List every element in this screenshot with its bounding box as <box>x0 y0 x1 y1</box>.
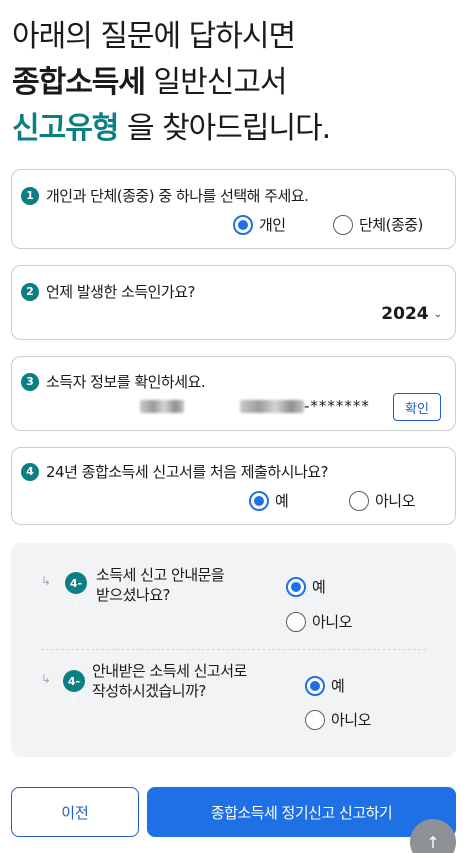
sub-question-badge: 4- <box>63 670 85 692</box>
question-1-text: 개인과 단체(종중) 중 하나를 선택해 주세요. <box>46 187 309 205</box>
question-4-row: 4 24년 종합소득세 신고서를 처음 제출하시나요? <box>21 461 329 482</box>
heading-report-type: 신고유형 <box>12 111 119 146</box>
sub-question-1-line-1: 소득세 신고 안내문을 <box>96 566 225 584</box>
question-number-badge: 4 <box>21 462 39 481</box>
radio-unchecked-icon[interactable] <box>286 611 306 632</box>
radio-checked-icon[interactable] <box>305 675 325 696</box>
question-number-badge: 3 <box>21 372 39 391</box>
radio-option-group[interactable]: 단체(종중) <box>333 214 423 235</box>
radio-label: 단체(종중) <box>359 216 423 234</box>
radio-unchecked-icon[interactable] <box>349 490 369 511</box>
sub-question-1-text: 소득세 신고 안내문을 받으셨나요? <box>96 565 225 605</box>
radio-option-yes[interactable]: 예 <box>305 675 345 696</box>
submit-report-button[interactable]: 종합소득세 정기신고 신고하기 <box>147 787 456 837</box>
radio-option-no[interactable]: 아니오 <box>305 709 371 730</box>
confirm-button[interactable]: 확인 <box>393 393 441 421</box>
sub-arrow-icon: ↳ <box>41 672 52 686</box>
question-card-2 <box>11 265 456 340</box>
year-value: 2024 <box>381 304 429 324</box>
radio-checked-icon[interactable] <box>249 490 269 511</box>
question-number-badge: 2 <box>21 282 39 301</box>
heading-line-2-rest: 일반신고서 <box>145 65 288 100</box>
radio-option-no[interactable]: 아니오 <box>349 490 415 511</box>
sub-question-badge: 4- <box>65 572 87 594</box>
question-card-1 <box>11 169 456 249</box>
blurred-name <box>140 400 184 413</box>
radio-label: 아니오 <box>375 492 415 510</box>
blurred-id-prefix <box>240 400 304 413</box>
radio-option-yes[interactable]: 예 <box>249 490 289 511</box>
arrow-up-icon: ↑ <box>426 832 440 852</box>
radio-label: 예 <box>331 677 345 695</box>
sub-question-2-line-1: 안내받은 소득세 신고서로 <box>92 662 247 680</box>
radio-unchecked-icon[interactable] <box>333 214 353 235</box>
sub-question-divider <box>41 649 426 650</box>
question-2-row: 2 언제 발생한 소득인가요? <box>21 281 196 302</box>
radio-unchecked-icon[interactable] <box>305 709 325 730</box>
heading-tax-type: 종합소득세 <box>12 65 146 100</box>
heading-line-1: 아래의 질문에 답하시면 <box>12 19 296 54</box>
sub-question-2-line-2: 작성하시겠습니까? <box>92 682 206 700</box>
sub-arrow-icon: ↳ <box>41 574 52 588</box>
sub-question-2-text: 안내받은 소득세 신고서로 작성하시겠습니까? <box>92 661 247 701</box>
chevron-down-icon: ⌄ <box>433 308 442 320</box>
masked-id-suffix: -******* <box>304 397 370 415</box>
question-3-row: 3 소득자 정보를 확인하세요. <box>21 371 206 392</box>
radio-label: 아니오 <box>331 711 371 729</box>
radio-label: 개인 <box>259 216 286 234</box>
question-number-badge: 1 <box>21 186 39 205</box>
question-2-text: 언제 발생한 소득인가요? <box>46 283 196 301</box>
heading-line-3-rest: 을 찾아드립니다. <box>118 111 331 146</box>
previous-button[interactable]: 이전 <box>11 787 139 837</box>
year-select[interactable]: 2024 ⌄ <box>381 304 442 324</box>
question-4-text: 24년 종합소득세 신고서를 처음 제출하시나요? <box>46 463 329 481</box>
sub-question-badge-number: 2 <box>70 696 77 707</box>
sub-question-badge-number: 1 <box>72 598 79 609</box>
radio-option-individual[interactable]: 개인 <box>233 214 286 235</box>
radio-checked-icon[interactable] <box>233 214 253 235</box>
radio-label: 예 <box>275 492 289 510</box>
question-card-3 <box>11 356 456 431</box>
radio-option-no[interactable]: 아니오 <box>286 611 352 632</box>
question-1-row: 1 개인과 단체(종중) 중 하나를 선택해 주세요. <box>21 185 309 206</box>
question-3-text: 소득자 정보를 확인하세요. <box>46 373 206 391</box>
heading-line-3: 신고유형 을 찾아드립니다. <box>12 106 331 152</box>
question-card-4 <box>11 447 456 525</box>
sub-question-1-line-2: 받으셨나요? <box>96 586 170 604</box>
heading-line-2: 종합소득세 일반신고서 <box>12 60 330 106</box>
radio-option-yes[interactable]: 예 <box>286 576 326 597</box>
radio-checked-icon[interactable] <box>286 576 306 597</box>
page-heading: 아래의 질문에 답하시면 종합소득세 일반신고서 신고유형 을 찾아드립니다. <box>12 14 331 152</box>
radio-label: 아니오 <box>312 613 352 631</box>
radio-label: 예 <box>312 578 326 596</box>
